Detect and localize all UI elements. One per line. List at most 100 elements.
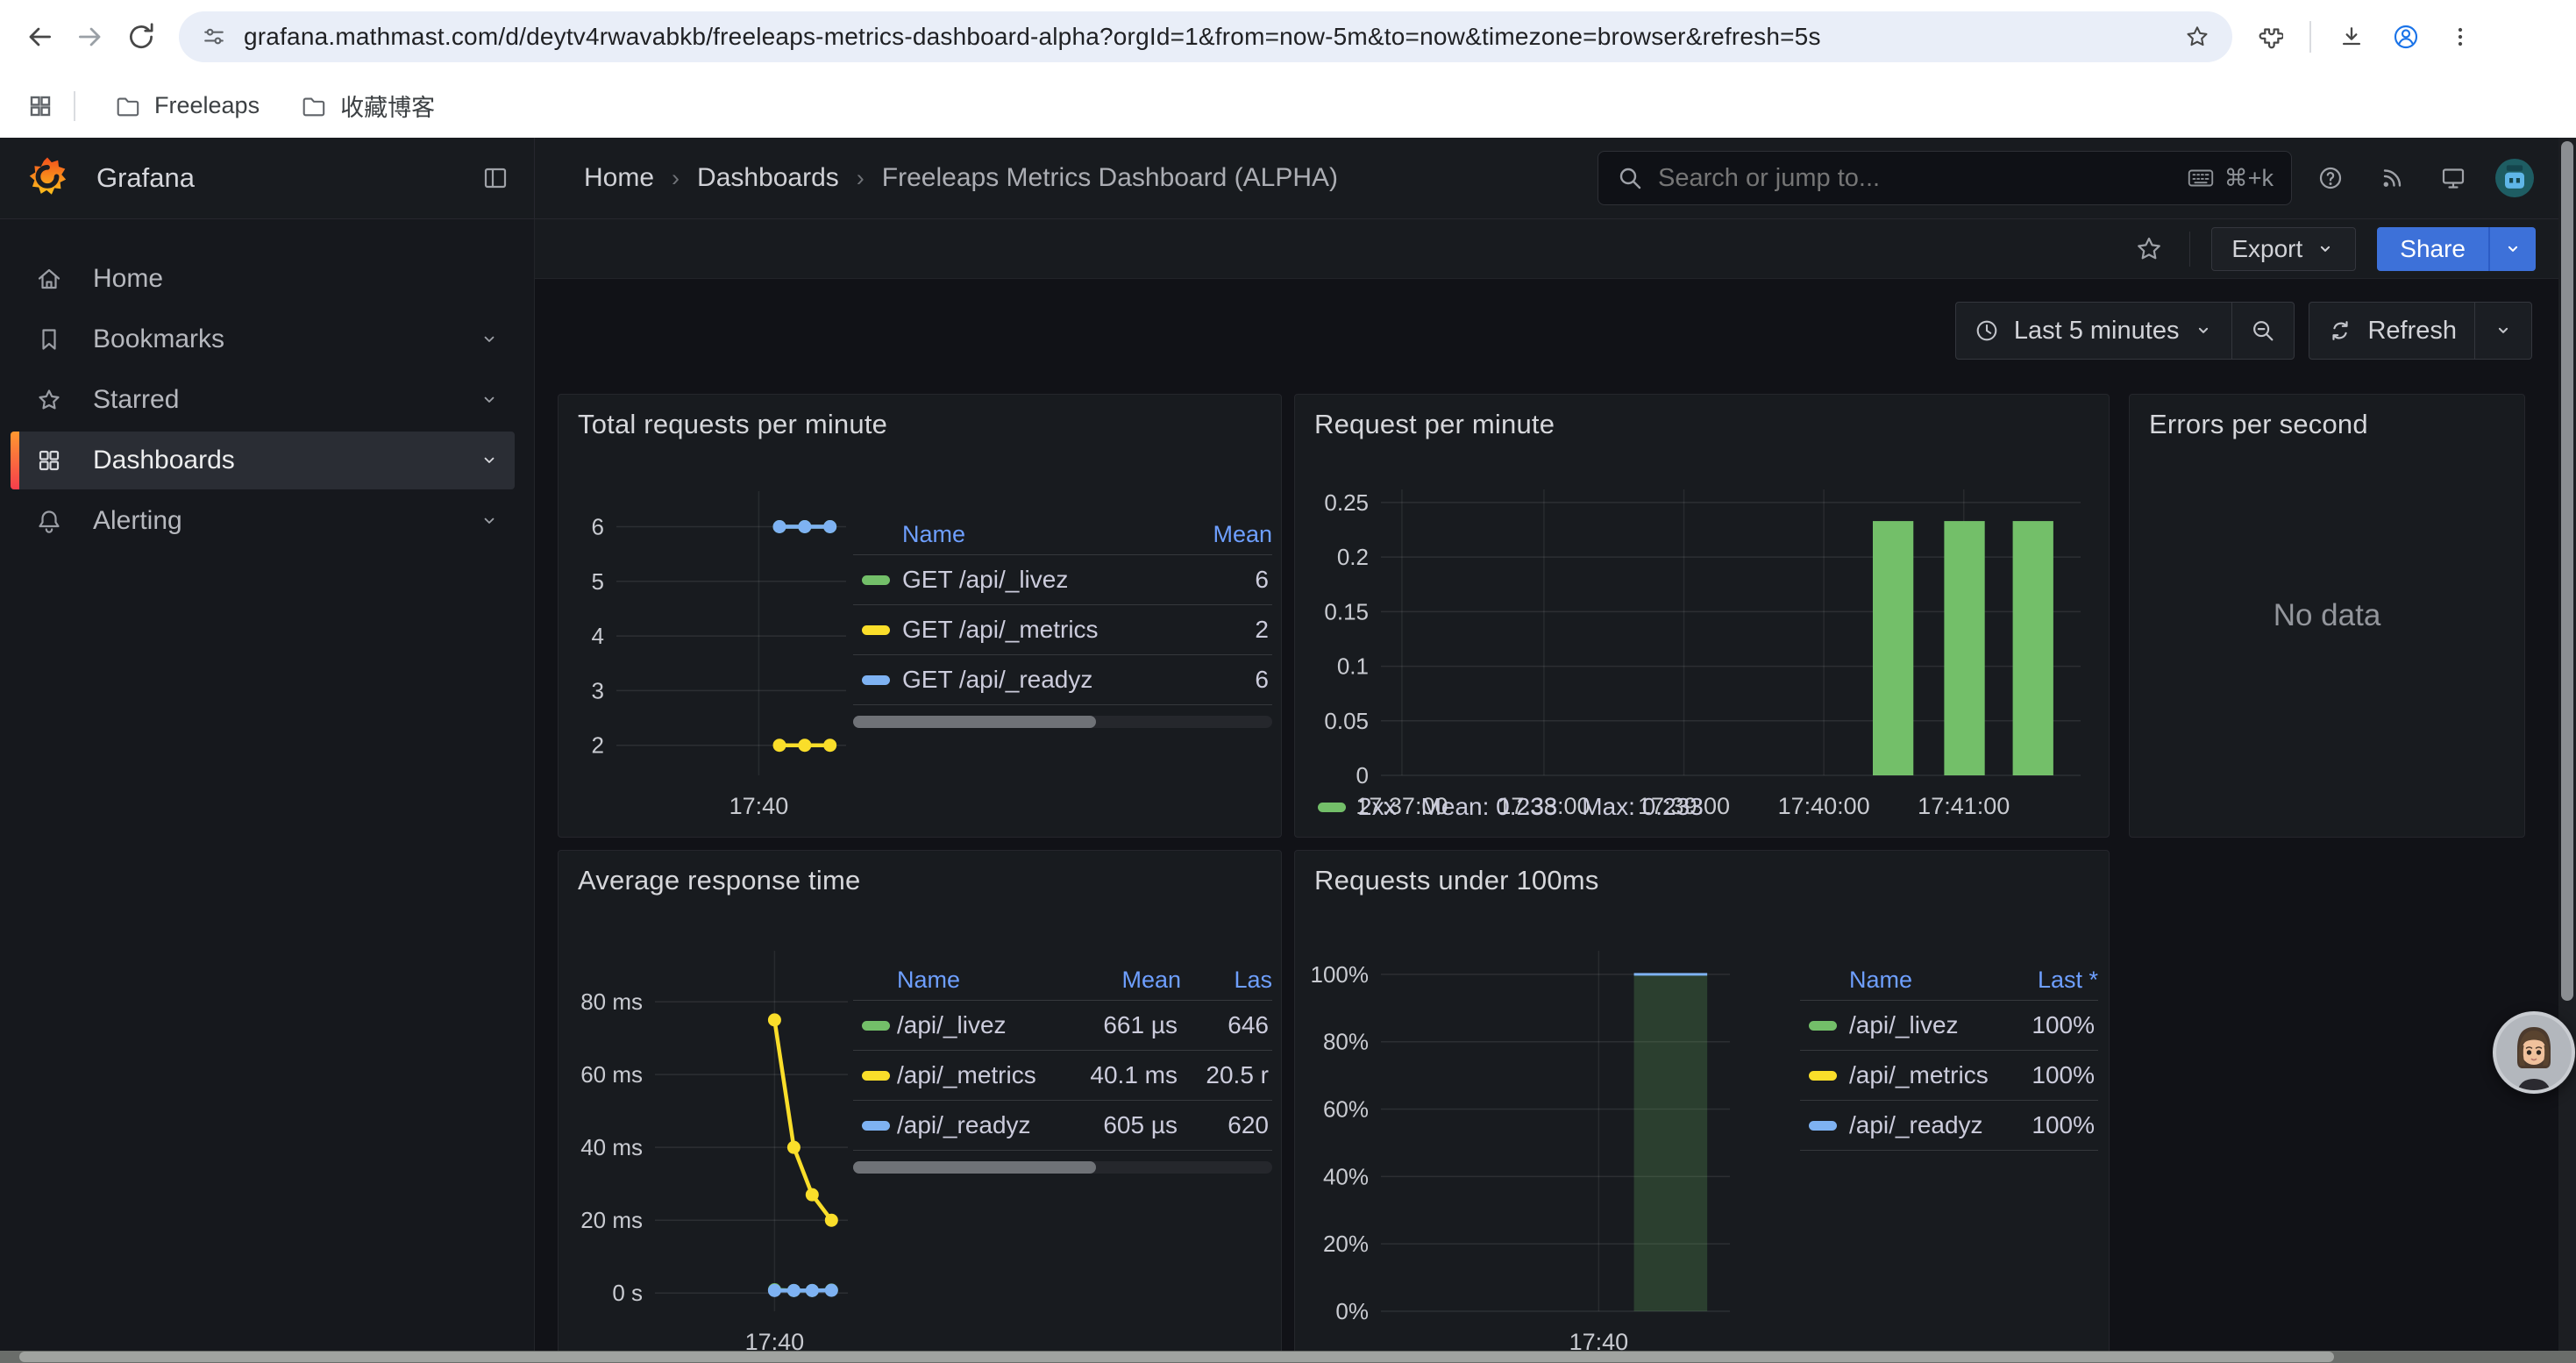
data-point	[798, 739, 811, 752]
breadcrumb-item[interactable]: Dashboards	[697, 163, 839, 193]
legend-series-name[interactable]: /api/_metrics	[1849, 1061, 1991, 1089]
legend-row[interactable]: /api/_readyz605 µs620	[853, 1100, 1272, 1151]
y-tick-label: 3	[592, 677, 604, 703]
downloads-icon[interactable]	[2338, 23, 2366, 51]
legend-value: 6	[1165, 566, 1272, 594]
legend-column-header[interactable]: Mean	[1165, 521, 1272, 548]
legend-row[interactable]: GET /api/_livez6	[853, 554, 1272, 604]
browser-back-button[interactable]	[14, 11, 65, 62]
legend-row[interactable]: /api/_metrics40.1 ms20.5 r	[853, 1050, 1272, 1100]
legend-scrollbar-thumb[interactable]	[853, 1161, 1096, 1174]
legend-column-header[interactable]: Name	[1849, 967, 1991, 994]
legend-scrollbar[interactable]	[853, 1161, 1272, 1174]
legend-series-name[interactable]: /api/_livez	[897, 1011, 1050, 1039]
floating-profile-avatar[interactable]	[2492, 1010, 2576, 1095]
avatar-image	[2495, 157, 2534, 199]
refresh-button[interactable]: Refresh	[2309, 303, 2474, 359]
browser-menu-icon[interactable]	[2446, 23, 2474, 51]
sidebar-item-dashboards[interactable]: Dashboards	[11, 432, 515, 489]
legend-series-name[interactable]: GET /api/_livez	[902, 566, 1165, 594]
legend-row[interactable]: GET /api/_readyz6	[853, 654, 1272, 705]
no-data-message: No data	[2130, 395, 2524, 837]
bar	[1944, 521, 1984, 775]
legend-column-header[interactable]: Las	[1181, 967, 1272, 994]
browser-reload-button[interactable]	[116, 11, 167, 62]
share-button[interactable]: Share	[2377, 227, 2488, 271]
grafana-logo-icon[interactable]	[25, 155, 70, 201]
panel-title[interactable]: Request per minute	[1314, 409, 1555, 440]
legend-column-header[interactable]: Name	[902, 521, 1165, 548]
legend-row[interactable]: /api/_livez661 µs646	[853, 1000, 1272, 1050]
y-tick-label: 40%	[1323, 1163, 1369, 1189]
apps-grid-icon[interactable]	[26, 92, 54, 120]
refresh-interval-button[interactable]	[2474, 303, 2531, 359]
profile-icon[interactable]	[2392, 23, 2420, 51]
bookmark-star-icon[interactable]	[2183, 23, 2211, 51]
kiosk-mode-button[interactable]	[2434, 159, 2473, 197]
search-input[interactable]	[1656, 163, 2186, 194]
legend-inline[interactable]: 2xx Mean: 0.233 Max: 0.233	[1318, 793, 1704, 821]
browser-toolbar-right	[2255, 21, 2474, 53]
data-point	[768, 1284, 781, 1297]
legend-row[interactable]: /api/_readyz100%	[1800, 1100, 2098, 1151]
chevron-down-icon	[478, 389, 501, 411]
legend-series-name[interactable]: /api/_readyz	[897, 1111, 1050, 1139]
legend-row[interactable]: GET /api/_metrics2	[853, 604, 1272, 654]
bookmark-folder[interactable]: Freeleaps	[98, 83, 275, 128]
address-bar[interactable]: grafana.mathmast.com/d/deytv4rwavabkb/fr…	[179, 11, 2232, 62]
url-text: grafana.mathmast.com/d/deytv4rwavabkb/fr…	[244, 23, 2183, 51]
legend-row[interactable]: /api/_livez100%	[1800, 1000, 2098, 1050]
zoom-out-icon	[2250, 318, 2276, 344]
site-settings-icon[interactable]	[200, 23, 228, 51]
y-tick-label: 0.2	[1337, 544, 1369, 570]
vertical-scrollbar[interactable]	[2558, 138, 2576, 1351]
bookmarks-bar: Freeleaps收藏博客	[0, 74, 2576, 138]
sidebar-toggle-button[interactable]	[481, 164, 509, 192]
panel-title[interactable]: Average response time	[578, 865, 860, 896]
sidebar-item-starred[interactable]: Starred	[11, 371, 515, 429]
zoom-out-button[interactable]	[2231, 303, 2294, 359]
legend-scrollbar-thumb[interactable]	[853, 716, 1096, 728]
legend-series-name[interactable]: GET /api/_metrics	[902, 616, 1165, 644]
monitor-icon	[2439, 164, 2467, 192]
legend-scrollbar[interactable]	[853, 716, 1272, 728]
horizontal-scrollbar-thumb[interactable]	[19, 1352, 2334, 1362]
search-box[interactable]: ⌘+k	[1598, 151, 2292, 205]
chart-canvas: 6543217:40	[564, 463, 858, 826]
legend-column-header[interactable]: Name	[897, 967, 1050, 994]
browser-forward-button[interactable]	[65, 11, 116, 62]
legend-column-header[interactable]: Last *	[1991, 967, 2098, 994]
bookmark-folder[interactable]: 收藏博客	[284, 80, 451, 132]
panel-title[interactable]: Total requests per minute	[578, 409, 887, 440]
sidebar-item-home[interactable]: Home	[11, 250, 515, 308]
sidebar-item-bookmarks[interactable]: Bookmarks	[11, 310, 515, 368]
y-tick-label: 4	[592, 623, 604, 649]
legend-series-name[interactable]: GET /api/_readyz	[902, 666, 1165, 694]
legend-series-name[interactable]: /api/_metrics	[897, 1061, 1050, 1089]
time-range-picker[interactable]: Last 5 minutes	[1956, 303, 2232, 359]
export-button[interactable]: Export	[2211, 227, 2356, 271]
breadcrumb: Home›Dashboards›Freeleaps Metrics Dashbo…	[535, 163, 1598, 193]
help-button[interactable]	[2311, 159, 2350, 197]
legend-series-name[interactable]: /api/_readyz	[1849, 1111, 1991, 1139]
export-label: Export	[2231, 235, 2302, 263]
panel-title[interactable]: Requests under 100ms	[1314, 865, 1599, 896]
sidebar-item-alerting[interactable]: Alerting	[11, 492, 515, 550]
news-button[interactable]	[2373, 159, 2411, 197]
star-icon	[35, 386, 63, 414]
legend-series-name[interactable]: /api/_livez	[1849, 1011, 1991, 1039]
legend-row[interactable]: /api/_metrics100%	[1800, 1050, 2098, 1100]
favorite-dashboard-button[interactable]	[2130, 230, 2168, 268]
legend-column-header[interactable]: Mean	[1050, 967, 1181, 994]
data-point	[773, 739, 786, 752]
user-avatar[interactable]	[2495, 159, 2534, 197]
extensions-icon[interactable]	[2255, 23, 2283, 51]
folder-icon	[300, 93, 326, 119]
series-color-pill	[862, 625, 890, 635]
share-menu-button[interactable]	[2488, 227, 2536, 271]
vertical-scrollbar-thumb[interactable]	[2561, 141, 2573, 1001]
series-color-pill	[862, 1121, 890, 1131]
breadcrumb-item[interactable]: Home	[584, 163, 654, 193]
y-tick-label: 6	[592, 514, 604, 540]
horizontal-scrollbar[interactable]	[0, 1351, 2576, 1363]
